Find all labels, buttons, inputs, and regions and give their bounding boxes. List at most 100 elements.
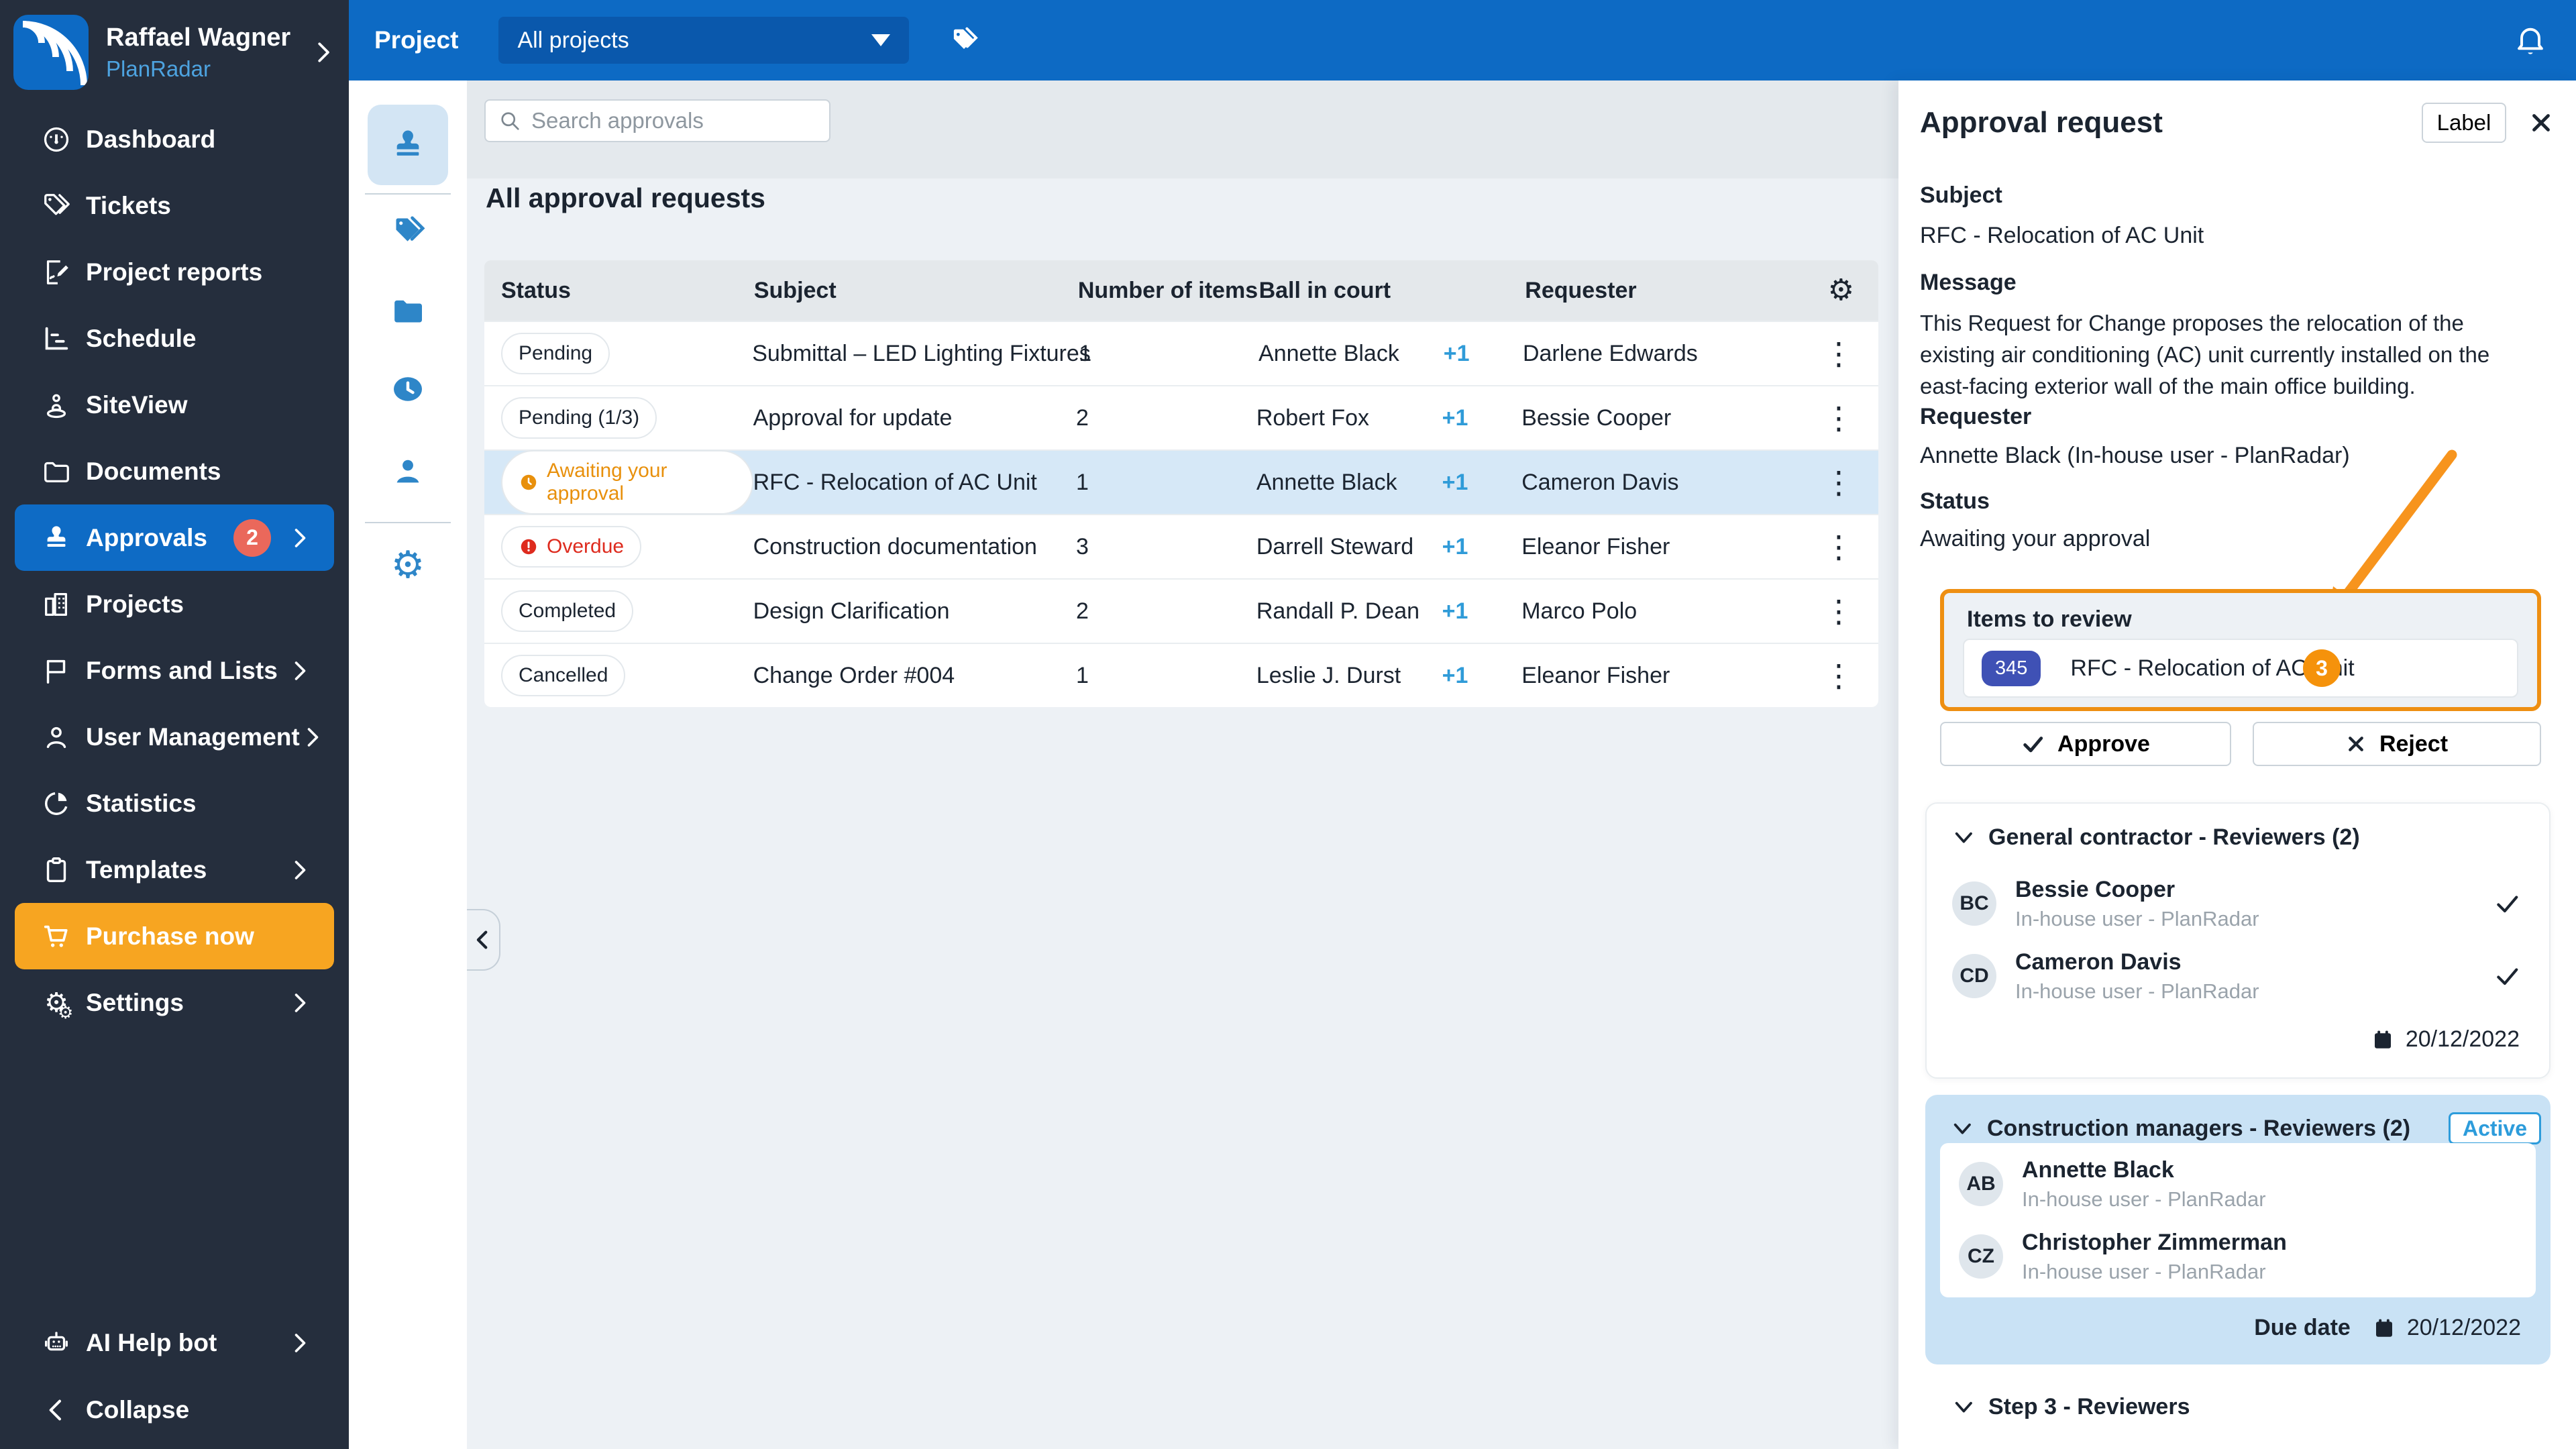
- sidebar-item-documents[interactable]: Documents: [15, 438, 334, 504]
- rail-clock-icon[interactable]: [368, 349, 448, 429]
- column-header-requester[interactable]: Requester: [1525, 278, 1827, 304]
- sidebar-item-schedule[interactable]: Schedule: [15, 305, 334, 372]
- sidebar-item-approvals[interactable]: Approvals 2: [15, 504, 334, 571]
- sidebar-item-dashboard[interactable]: Dashboard: [15, 106, 334, 172]
- sidebar-item-ai-help-bot[interactable]: AI Help bot: [15, 1309, 334, 1376]
- reviewer-row[interactable]: CD Cameron Davis In-house user - PlanRad…: [1927, 947, 2549, 1005]
- search-input[interactable]: [531, 108, 813, 133]
- rail-folder-icon[interactable]: [368, 270, 448, 351]
- search-box[interactable]: [484, 99, 830, 142]
- labels-icon[interactable]: [947, 23, 981, 58]
- column-header-subject[interactable]: Subject: [754, 278, 1078, 304]
- gauge-icon: [39, 124, 74, 155]
- project-selector[interactable]: All projects: [498, 17, 910, 64]
- chevron-down-icon[interactable]: [1952, 826, 1974, 848]
- column-header-number-of-items[interactable]: Number of items: [1078, 278, 1259, 304]
- row-menu-kebab-icon[interactable]: ⋮: [1823, 596, 1854, 627]
- panel-collapse-handle[interactable]: [467, 909, 500, 971]
- table-row-selected[interactable]: Awaiting your approval RFC - Relocation …: [484, 449, 1878, 515]
- sidebar-item-user-management[interactable]: User Management: [15, 704, 334, 770]
- row-menu-kebab-icon[interactable]: ⋮: [1823, 531, 1854, 562]
- cell-number-of-items: 2: [1075, 598, 1089, 624]
- table-header-row: Status Subject Number of items Ball in c…: [484, 260, 1878, 321]
- row-menu-kebab-icon[interactable]: ⋮: [1823, 660, 1854, 691]
- more-assignees-link[interactable]: +1: [1442, 405, 1468, 431]
- table-row[interactable]: Pending (1/3) Approval for update 2 Robe…: [484, 385, 1878, 449]
- sidebar-item-tickets[interactable]: Tickets: [15, 172, 334, 239]
- main-content: All approval requests Status Subject Num…: [467, 80, 1898, 1449]
- sidebar-header[interactable]: Raffael Wagner PlanRadar: [0, 0, 349, 90]
- sidebar-item-statistics[interactable]: Statistics: [15, 770, 334, 837]
- reject-button[interactable]: Reject: [2253, 722, 2541, 766]
- chevron-down-icon[interactable]: [1951, 1118, 1972, 1139]
- items-to-review-box: Items to review 345 RFC - Relocation of …: [1940, 589, 2541, 711]
- more-assignees-link[interactable]: +1: [1442, 534, 1468, 559]
- sidebar-item-label: Tickets: [86, 191, 171, 219]
- flag-icon: [39, 655, 74, 686]
- cell-requester: Bessie Cooper: [1521, 405, 1672, 431]
- stamp-icon: [39, 523, 74, 553]
- person-pin-icon: [39, 390, 74, 421]
- calendar-icon: [2372, 1316, 2396, 1340]
- reviewer-row[interactable]: BC Bessie Cooper In-house user - PlanRad…: [1927, 875, 2549, 932]
- more-assignees-link[interactable]: +1: [1442, 470, 1468, 495]
- more-assignees-link[interactable]: +1: [1444, 341, 1470, 366]
- close-icon[interactable]: [2529, 111, 2553, 135]
- calendar-icon: [2371, 1028, 2395, 1052]
- chevron-down-icon[interactable]: [1952, 1396, 1974, 1417]
- sidebar-item-label: SiteView: [86, 390, 188, 419]
- report-icon: [39, 257, 74, 288]
- sidebar-collapse-button[interactable]: Collapse: [15, 1377, 334, 1443]
- rail-gear-icon[interactable]: ⚙: [368, 525, 448, 606]
- reviewer-row[interactable]: AB Annette Black In-house user - PlanRad…: [1940, 1155, 2536, 1213]
- avatar: CD: [1952, 954, 1996, 998]
- table-row[interactable]: Cancelled Change Order #004 1 Leslie J. …: [484, 643, 1878, 707]
- group-title: Construction managers - Reviewers (2): [1987, 1115, 2411, 1141]
- rail-approvals-stamp-icon[interactable]: [368, 105, 448, 185]
- rail-tags-icon[interactable]: [368, 190, 448, 270]
- row-menu-kebab-icon[interactable]: ⋮: [1823, 402, 1854, 433]
- subject-label: Subject: [1920, 182, 2002, 208]
- sidebar-item-siteview[interactable]: SiteView: [15, 372, 334, 438]
- project-label: Project: [374, 26, 459, 54]
- cell-ball-in-court: Robert Fox: [1256, 405, 1370, 431]
- table-row[interactable]: Pending Submittal – LED Lighting Fixture…: [484, 321, 1878, 385]
- status-badge: Completed: [501, 590, 634, 632]
- sidebar-item-templates[interactable]: Templates: [15, 837, 334, 903]
- label-button[interactable]: Label: [2422, 103, 2506, 143]
- chevron-right-icon[interactable]: [310, 40, 335, 65]
- reviewer-row[interactable]: CZ Christopher Zimmerman In-house user -…: [1940, 1228, 2536, 1285]
- table-settings-gear-icon[interactable]: ⚙: [1828, 276, 1854, 305]
- reviewer-group-step-3[interactable]: Step 3 - Reviewers: [1898, 1390, 2576, 1424]
- more-assignees-link[interactable]: +1: [1442, 598, 1468, 624]
- row-menu-kebab-icon[interactable]: ⋮: [1823, 467, 1854, 498]
- rail-person-icon[interactable]: [368, 431, 448, 512]
- approve-button-label: Approve: [2057, 731, 2150, 757]
- approve-button[interactable]: Approve: [1940, 722, 2231, 766]
- sidebar-item-label: Project reports: [86, 258, 263, 286]
- group-due-date: 20/12/2022: [2406, 1315, 2521, 1340]
- reviewer-name: Christopher Zimmerman: [2022, 1229, 2287, 1255]
- table-row[interactable]: Overdue Construction documentation 3 Dar…: [484, 514, 1878, 578]
- cell-subject: RFC - Relocation of AC Unit: [753, 469, 1037, 495]
- table-row[interactable]: Completed Design Clarification 2 Randall…: [484, 578, 1878, 643]
- sidebar-item-forms-and-lists[interactable]: Forms and Lists: [15, 637, 334, 704]
- column-header-status[interactable]: Status: [501, 278, 754, 304]
- approvals-count-badge: 2: [233, 519, 271, 557]
- chevron-right-icon: [287, 659, 311, 683]
- more-assignees-link[interactable]: +1: [1442, 663, 1468, 688]
- row-menu-kebab-icon[interactable]: ⋮: [1823, 338, 1854, 369]
- avatar: BC: [1952, 881, 1996, 926]
- sidebar-item-project-reports[interactable]: Project reports: [15, 239, 334, 305]
- panel-title: Approval request: [1920, 106, 2163, 139]
- column-header-ball-in-court[interactable]: Ball in court: [1259, 278, 1446, 304]
- review-item-card[interactable]: 345 RFC - Relocation of AC Unit 3: [1963, 639, 2518, 698]
- sidebar-item-projects[interactable]: Projects: [15, 571, 334, 637]
- project-selector-value: All projects: [517, 27, 629, 53]
- message-label: Message: [1920, 270, 2017, 295]
- sidebar-item-settings[interactable]: ⚙ ⚙ Settings: [15, 969, 334, 1036]
- notifications-bell-icon[interactable]: [2513, 23, 2548, 58]
- reviewer-name: Annette Black: [2022, 1157, 2174, 1183]
- sidebar-item-purchase-now[interactable]: Purchase now: [15, 903, 334, 969]
- sidebar-item-label: Projects: [86, 590, 184, 618]
